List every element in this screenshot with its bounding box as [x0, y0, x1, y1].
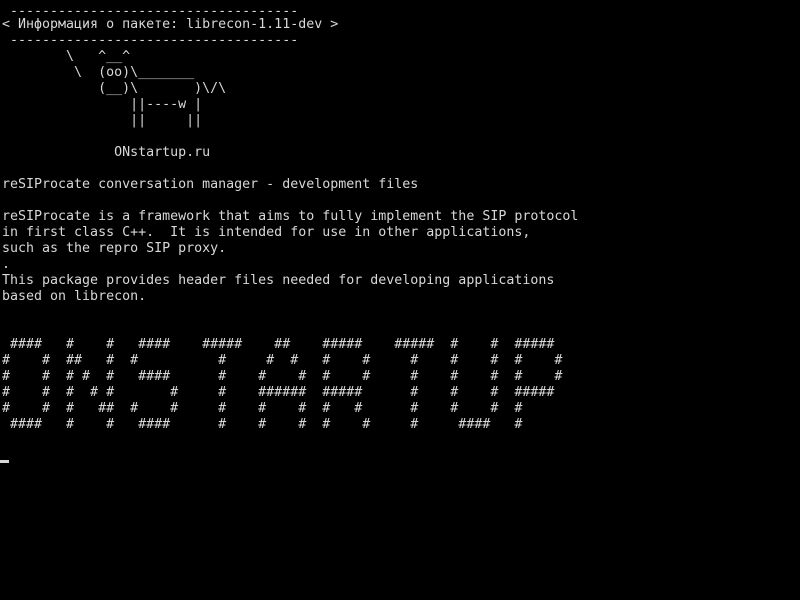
cow-ascii-line: ||----w | — [2, 97, 203, 112]
description-line: in first class C++. It is intended for u… — [2, 225, 531, 240]
banner-line: # # # # # #### # # # # # # # # # # — [2, 369, 563, 384]
cow-ascii-line: \ ^__^ — [2, 49, 131, 64]
cow-ascii-line: (__)\ )\/\ — [2, 81, 227, 96]
description-line: based on librecon. — [2, 289, 147, 304]
banner-line: #### # # #### # # # # # # #### # — [2, 417, 523, 432]
terminal-screen[interactable]: ------------------------------------ < И… — [0, 0, 800, 600]
banner-line: # # # ## # # # # # # # # # # # — [2, 401, 523, 416]
banner-line: # # ## # # # # # # # # # # # # — [2, 353, 563, 368]
cowsay-message: < Информация о пакете: librecon-1.11-dev… — [2, 17, 339, 32]
description-line: This package provides header files neede… — [2, 273, 555, 288]
text-cursor — [0, 460, 9, 463]
description-line: . — [2, 257, 11, 272]
cow-ascii-line: \ (oo)\_______ — [2, 65, 195, 80]
banner-line: #### # # #### ##### ## ##### ##### # # #… — [2, 337, 555, 352]
cowsay-border-bottom: ------------------------------------ — [2, 33, 299, 48]
package-summary: reSIProcate conversation manager - devel… — [2, 177, 419, 192]
description-line: such as the repro SIP proxy. — [2, 241, 227, 256]
site-name: ONstartup.ru — [2, 145, 211, 160]
description-line: reSIProcate is a framework that aims to … — [2, 209, 579, 224]
banner-line: # # # # # # # ###### ##### # # # ##### — [2, 385, 555, 400]
cow-ascii-line: || || — [2, 113, 203, 128]
